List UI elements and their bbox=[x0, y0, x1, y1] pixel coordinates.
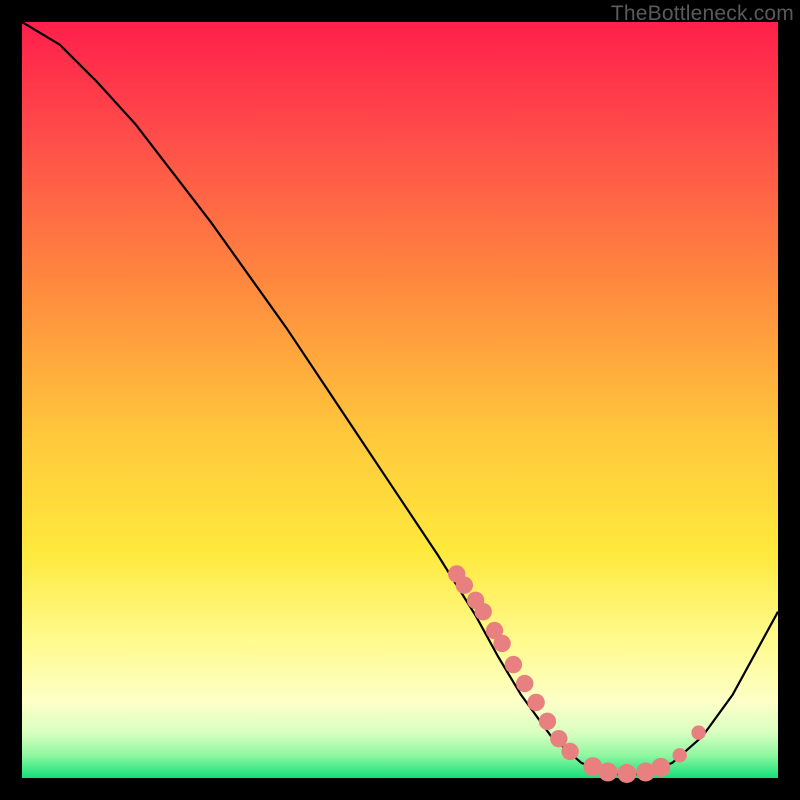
chart-stage: TheBottleneck.com bbox=[0, 0, 800, 800]
chart-svg bbox=[22, 22, 778, 778]
marker-dot bbox=[598, 763, 617, 782]
marker-dot bbox=[617, 764, 636, 783]
marker-dot bbox=[505, 656, 522, 673]
bottleneck-curve bbox=[22, 22, 778, 774]
marker-dot bbox=[475, 603, 492, 620]
marker-dot bbox=[516, 675, 533, 692]
marker-dot bbox=[527, 694, 544, 711]
marker-dot bbox=[651, 758, 670, 777]
marker-dot bbox=[561, 743, 578, 760]
watermark-text: TheBottleneck.com bbox=[611, 2, 794, 26]
marker-dot bbox=[691, 725, 705, 739]
marker-dot bbox=[456, 577, 473, 594]
marker-dot bbox=[493, 635, 510, 652]
marker-layer bbox=[448, 565, 706, 783]
marker-dot bbox=[673, 748, 687, 762]
marker-dot bbox=[539, 713, 556, 730]
plot-area bbox=[22, 22, 778, 778]
